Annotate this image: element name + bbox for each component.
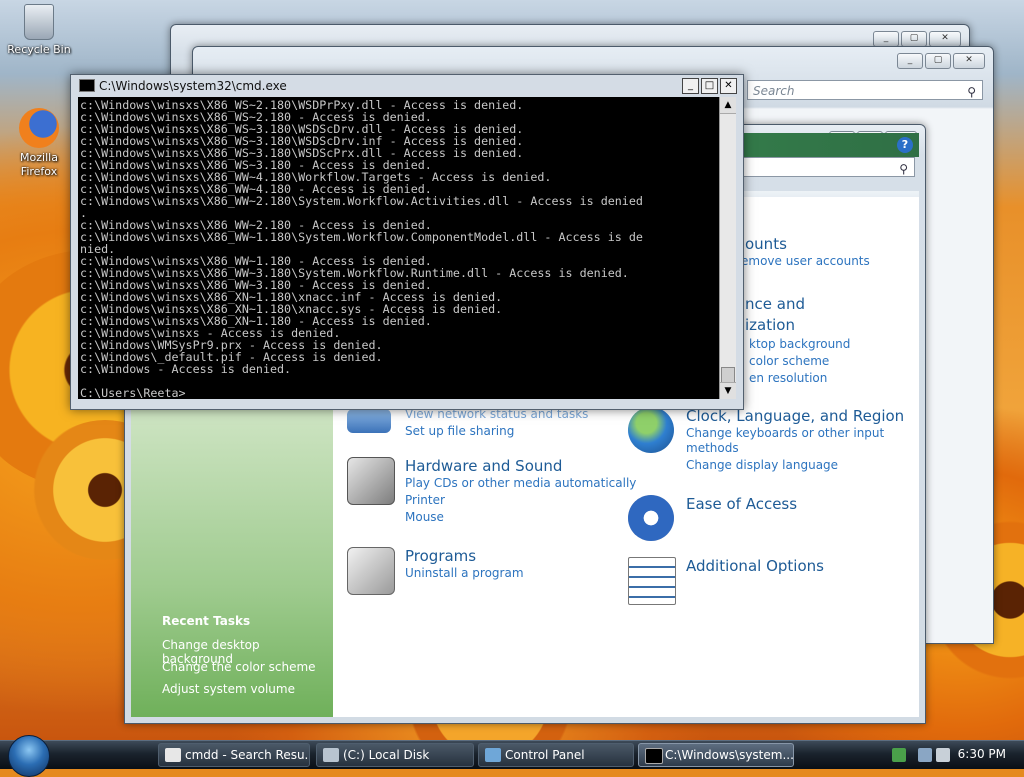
category-title[interactable]: ization [745,316,795,334]
drive-icon [323,748,339,762]
category-link[interactable]: emove user accounts [741,254,870,268]
desktop-icon-label: Mozilla [20,151,58,164]
close-button[interactable]: ✕ [720,78,737,94]
category-title[interactable]: ounts [745,235,787,253]
category-title[interactable]: Additional Options [686,557,824,575]
category-link[interactable]: ktop background [749,337,850,351]
network-icon[interactable] [918,748,932,762]
cmd-app-icon [79,79,95,92]
network-icon [347,409,391,433]
category-link[interactable]: Set up file sharing [405,424,514,438]
scroll-down-arrow-icon[interactable]: ▼ [720,382,736,399]
window-caption-buttons: _ ▢ ✕ [897,53,985,69]
category-title[interactable]: Programs [405,547,476,565]
recent-task-link[interactable]: Adjust system volume [162,682,295,696]
help-icon[interactable]: ? [897,137,913,153]
minimize-button[interactable]: _ [873,31,899,47]
maximize-button[interactable]: □ [701,78,718,94]
volume-muted-icon[interactable] [936,748,950,762]
control-panel-icon [485,748,501,762]
globe-clock-icon [628,407,674,453]
taskbar-item-label: cmdd - Search Resu... [185,748,310,762]
programs-icon [347,547,395,595]
recycle-bin-icon [24,4,54,40]
recent-tasks-title: Recent Tasks [162,614,251,628]
category-title[interactable]: Ease of Access [686,495,797,513]
taskbar-item-local-disk[interactable]: (C:) Local Disk [316,743,474,767]
start-button[interactable] [8,735,50,777]
close-button[interactable]: ✕ [929,31,961,47]
taskbar-item-cmd[interactable]: C:\Windows\system... [638,743,794,767]
search-input[interactable]: Search ⚲ [747,80,983,100]
console-output[interactable]: c:\Windows\winsxs\X86_WS~2.180\WSDPrPxy.… [78,97,719,399]
window-caption-buttons: _ ▢ ✕ [873,31,961,47]
desktop-icon-label: Recycle Bin [7,43,71,56]
scroll-up-arrow-icon[interactable]: ▲ [720,97,736,114]
recent-task-link[interactable]: Change the color scheme [162,660,316,674]
desktop-icon-label: Firefox [20,165,58,178]
taskbar-item-label: C:\Windows\system... [665,748,794,762]
taskbar-item-search[interactable]: cmdd - Search Resu... [158,743,310,767]
maximize-button[interactable]: ▢ [901,31,927,47]
category-link[interactable]: Change keyboards or other input [686,426,884,440]
firefox-icon [19,108,59,148]
update-icon[interactable] [892,748,906,762]
search-results-icon [165,748,181,762]
minimize-button[interactable]: _ [897,53,923,69]
cmd-title: C:\Windows\system32\cmd.exe [99,79,287,93]
console-scrollbar[interactable]: ▲ ▼ [719,97,736,399]
category-title[interactable]: Hardware and Sound [405,457,562,475]
category-link[interactable]: en resolution [749,371,827,385]
search-input[interactable]: ⚲ [735,157,915,177]
minimize-button[interactable]: _ [682,78,699,94]
taskbar-item-control-panel[interactable]: Control Panel [478,743,634,767]
search-icon: ⚲ [899,162,908,176]
category-link[interactable]: Printer [405,493,445,507]
taskbar: cmdd - Search Resu... (C:) Local Disk Co… [0,735,1024,777]
cmd-window[interactable]: C:\Windows\system32\cmd.exe _ □ ✕ c:\Win… [70,74,744,410]
category-link[interactable]: Change display language [686,458,838,472]
category-link[interactable]: color scheme [749,354,829,368]
desktop-icon-firefox[interactable]: Mozilla Firefox [3,108,75,179]
cmd-titlebar: C:\Windows\system32\cmd.exe [79,79,287,93]
category-link[interactable]: Play CDs or other media automatically [405,476,636,490]
category-title[interactable]: nce and [745,295,805,313]
category-link[interactable]: Uninstall a program [405,566,524,580]
clock[interactable]: 6:30 PM [958,747,1006,761]
close-button[interactable]: ✕ [953,53,985,69]
maximize-button[interactable]: ▢ [925,53,951,69]
console-text: c:\Windows\winsxs\X86_WS~2.180\WSDPrPxy.… [80,98,643,399]
category-link[interactable]: methods [686,441,739,455]
window-caption-buttons: _ □ ✕ [682,78,737,94]
system-tray: 6:30 PM [884,741,1024,769]
desktop-icon-recycle-bin[interactable]: Recycle Bin [3,4,75,57]
taskbar-item-label: (C:) Local Disk [343,748,430,762]
search-icon: ⚲ [967,85,976,99]
search-placeholder: Search [753,84,795,98]
taskbar-item-label: Control Panel [505,748,585,762]
scroll-thumb[interactable] [721,367,735,383]
ease-of-access-icon [628,495,674,541]
checklist-icon [628,557,676,605]
printer-icon [347,457,395,505]
category-link[interactable]: Mouse [405,510,444,524]
cmd-icon [645,748,663,764]
